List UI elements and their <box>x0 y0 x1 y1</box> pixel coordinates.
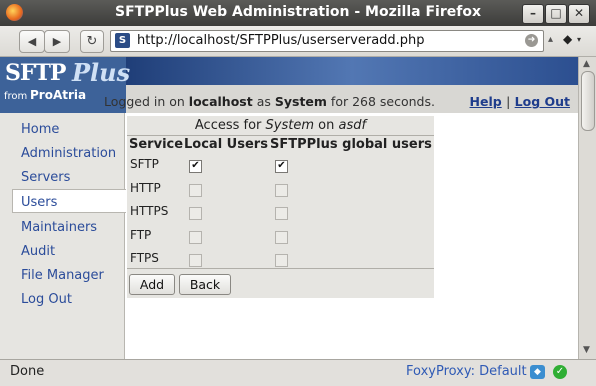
local-users-checkbox <box>189 254 202 267</box>
apple-menu-icon[interactable]: ◆ <box>563 32 572 46</box>
logout-link[interactable]: Log Out <box>515 94 570 109</box>
service-label: FTP <box>130 228 152 242</box>
sidebar-item-audit[interactable]: Audit <box>21 244 55 259</box>
col-global-header: SFTPPlus global users <box>270 137 432 152</box>
access-caption: Access for System on asdf <box>127 116 434 136</box>
sidebar-item-file-manager[interactable]: File Manager <box>21 268 104 283</box>
sidebar-item-users[interactable]: Users <box>21 195 57 210</box>
add-button[interactable]: Add <box>129 274 175 295</box>
address-bar[interactable]: S http://localhost/SFTPPlus/userserverad… <box>110 30 544 52</box>
url-text[interactable]: http://localhost/SFTPPlus/userserveradd.… <box>137 33 425 48</box>
local-users-checkbox <box>189 184 202 197</box>
local-users-checkbox <box>189 231 202 244</box>
scrollbar-thumb[interactable] <box>581 71 595 131</box>
header-banner <box>126 57 578 85</box>
host-name: localhost <box>188 94 253 109</box>
sidebar-item-home[interactable]: Home <box>21 122 59 137</box>
sidebar-nav: Home Administration Servers Users Mainta… <box>0 113 126 359</box>
service-label: FTPS <box>130 251 159 265</box>
help-link[interactable]: Help <box>470 94 502 109</box>
sidebar-item-log-out[interactable]: Log Out <box>21 292 72 307</box>
scroll-up-icon[interactable]: ▲ <box>583 59 590 69</box>
check-icon: ✓ <box>553 365 567 379</box>
forward-button[interactable]: ▶ <box>44 30 70 53</box>
header-links: Help | Log Out <box>469 94 570 109</box>
sidebar-item-administration[interactable]: Administration <box>21 146 116 161</box>
foxyproxy-status[interactable]: FoxyProxy: Default <box>406 364 527 379</box>
chevron-up-icon[interactable]: ▴ <box>548 34 553 45</box>
service-label: HTTPS <box>130 204 169 218</box>
service-label: HTTP <box>130 181 161 195</box>
back-button-form[interactable]: Back <box>179 274 231 295</box>
page-content: SFTP Plus from ProAtria Logged in on loc… <box>0 57 578 359</box>
global-users-checkbox <box>275 254 288 267</box>
sidebar-item-maintainers[interactable]: Maintainers <box>21 220 97 235</box>
scroll-down-icon[interactable]: ▼ <box>583 345 590 355</box>
login-message: Logged in on localhost as System for 268… <box>104 94 435 109</box>
chevron-down-icon[interactable]: ▾ <box>577 35 581 44</box>
logo-proatria: ProAtria <box>30 88 87 102</box>
form-separator <box>127 268 434 269</box>
col-service-header: Service <box>129 137 184 152</box>
sidebar-item-servers[interactable]: Servers <box>21 170 70 185</box>
local-users-checkbox[interactable]: ✔ <box>189 160 202 173</box>
site-favicon-icon: S <box>115 33 130 48</box>
col-local-header: Local Users <box>184 137 268 152</box>
maximize-button[interactable]: □ <box>545 4 567 24</box>
service-label: SFTP <box>130 157 159 171</box>
minimize-button[interactable]: – <box>522 4 544 24</box>
window-title: SFTPPlus Web Administration - Mozilla Fi… <box>115 4 481 20</box>
access-form: Access for System on asdf Service Local … <box>127 116 434 298</box>
global-users-checkbox <box>275 184 288 197</box>
go-arrow-icon[interactable]: ➜ <box>525 34 538 47</box>
logo-sftp: SFTP <box>5 60 66 86</box>
reload-button[interactable]: ↻ <box>80 30 104 53</box>
global-users-checkbox <box>275 231 288 244</box>
back-button[interactable]: ◀ <box>19 30 45 53</box>
user-name: System <box>274 94 327 109</box>
browser-statusbar: Done FoxyProxy: Default ◆ ✓ <box>0 359 596 386</box>
global-users-checkbox <box>275 207 288 220</box>
local-users-checkbox <box>189 207 202 220</box>
global-users-checkbox[interactable]: ✔ <box>275 160 288 173</box>
foxyproxy-icon[interactable]: ◆ <box>530 365 545 379</box>
close-button[interactable]: ✕ <box>568 4 590 24</box>
logo-from: from <box>4 91 28 102</box>
logo-plus: Plus <box>72 58 131 87</box>
vertical-scrollbar[interactable]: ▲ ▼ <box>578 57 596 359</box>
status-text: Done <box>10 364 45 379</box>
window-titlebar: SFTPPlus Web Administration - Mozilla Fi… <box>0 0 596 26</box>
navigation-toolbar: ◀ ▶ ↻ S http://localhost/SFTPPlus/userse… <box>0 26 596 57</box>
